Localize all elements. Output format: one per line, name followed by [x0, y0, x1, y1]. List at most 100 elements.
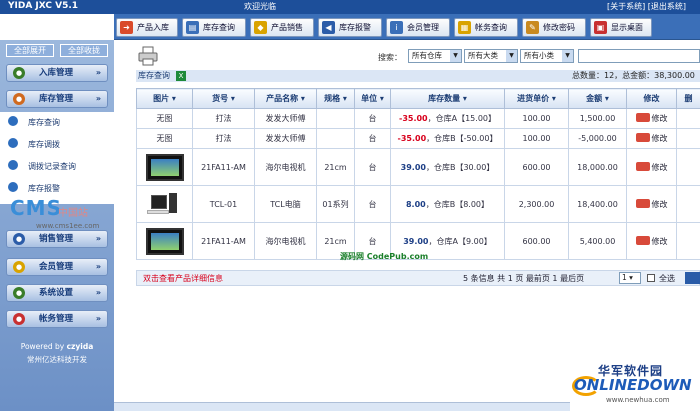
cell-delete[interactable] [676, 185, 700, 223]
cell-price: 100.00 [504, 128, 569, 149]
cell-name: 海尔电视机 [254, 222, 317, 260]
menu-label: 帐务管理 [39, 314, 74, 324]
chevron-double-right-icon: » [95, 262, 101, 271]
nav-button-accounts[interactable]: ▦ 帐务查询 [454, 18, 518, 37]
nav-button-sales[interactable]: ◆ 产品销售 [250, 18, 314, 37]
nav-button-stock-alarm[interactable]: ◀ 库存报警 [318, 18, 382, 37]
cell-sku: 21FA11-AM [192, 222, 255, 260]
cell-edit[interactable]: 修改 [626, 185, 677, 223]
cell-qty: -35.00，仓库A【15.00】 [390, 108, 505, 129]
chevron-double-right-icon: » [95, 234, 101, 243]
batch-action-button[interactable] [685, 272, 700, 284]
cell-price: 600.00 [504, 222, 569, 260]
cell-edit[interactable]: 修改 [626, 148, 677, 186]
cell-edit[interactable]: 修改 [626, 128, 677, 149]
nav-button-show-desktop[interactable]: ▣ 显示桌面 [590, 18, 652, 37]
settings-icon: ● [13, 287, 25, 299]
nav-button-inbound[interactable]: ➜ 产品入库 [116, 18, 178, 37]
menu-sales[interactable]: ● 销售管理 » [6, 230, 108, 248]
category-select[interactable]: 所有大类 ▼ [464, 49, 518, 63]
menu-inbound[interactable]: ● 入库管理 » [6, 64, 108, 82]
menu-label: 系统设置 [39, 288, 74, 298]
chevron-double-right-icon: » [95, 288, 101, 297]
cell-name: 发发大师傅 [254, 108, 317, 129]
page-select[interactable]: 1 ▾ [619, 272, 641, 284]
cell-delete[interactable] [676, 148, 700, 186]
table-row[interactable]: 无图 打法 发发大师傅 台 -35.00，仓库A【15.00】 100.00 1,500.0… [136, 108, 700, 129]
main-toolbar: ➜ 产品入库 ▤ 库存查询 ◆ 产品销售 ◀ 库存报警 i 会员管理 ▦ 帐务查… [114, 14, 700, 40]
stock-table: 图片 ▾ 货号 ▾ 产品名称 ▾ 规格 ▾ 单位 ▾ 库存数量 ▾ 进货单价 ▾… [136, 88, 700, 260]
col-header[interactable]: 货号 ▾ [192, 88, 255, 109]
inventory-icon: ● [13, 93, 25, 105]
edit-icon [635, 235, 650, 245]
printer-icon[interactable] [138, 46, 158, 66]
menu-inventory[interactable]: ● 库存管理 » [6, 90, 108, 108]
select-all-checkbox[interactable] [647, 274, 655, 282]
onlinedown-logo: 华军软件园 ONLINEDOWN www.newhua.com [570, 362, 700, 411]
pagination-info[interactable]: 5 条信息 共 1 页 最前页 1 最后页 [463, 273, 584, 284]
col-header[interactable]: 产品名称 ▾ [254, 88, 317, 109]
submenu-stock-query[interactable]: 库存查询 [8, 116, 60, 130]
cell-name: TCL电脑 [254, 185, 317, 223]
col-header[interactable]: 单位 ▾ [354, 88, 391, 109]
status-strip [114, 402, 570, 411]
nav-button-stock-query[interactable]: ▤ 库存查询 [182, 18, 246, 37]
cell-delete[interactable] [676, 222, 700, 260]
submenu-stock-alarm[interactable]: 库存报警 [8, 182, 60, 196]
menu-accounts[interactable]: ● 帐务管理 » [6, 310, 108, 328]
chevron-double-right-icon: » [95, 314, 101, 323]
tv-product-image [145, 227, 184, 255]
cell-delete[interactable] [676, 108, 700, 129]
expand-all-button[interactable]: 全部展开 [6, 44, 54, 57]
cell-price: 600.00 [504, 148, 569, 186]
double-click-hint: 双击查看产品详细信息 [143, 274, 223, 283]
menu-members[interactable]: ● 会员管理 » [6, 258, 108, 276]
cell-unit: 台 [354, 148, 391, 186]
submenu-stock-transfer[interactable]: 库存调拨 [8, 138, 60, 152]
table-row[interactable]: 无图 打法 发发大师傅 台 -35.00，仓库B【-50.00】 100.00 -5,000… [136, 128, 700, 149]
cell-spec: 21cm [316, 148, 355, 186]
subcategory-select[interactable]: 所有小类 ▼ [520, 49, 574, 63]
menu-label: 会员管理 [39, 262, 74, 272]
table-row[interactable]: TCL-01 TCL电脑 01系列台 8.00，仓库B【8.00】 2,300.00 18… [136, 185, 700, 223]
menu-label: 入库管理 [39, 68, 74, 78]
cell-sku: TCL-01 [192, 185, 255, 223]
nav-label: 产品销售 [271, 23, 303, 32]
about-logout-links[interactable]: [关于系统] [退出系统] [607, 1, 686, 12]
nav-label: 显示桌面 [611, 23, 643, 32]
chevron-double-right-icon: » [95, 68, 101, 77]
menu-settings[interactable]: ● 系统设置 » [6, 284, 108, 302]
submenu-transfer-records[interactable]: 调拨记录查询 [8, 160, 76, 174]
member-icon: i [390, 21, 403, 34]
col-header[interactable]: 图片 ▾ [136, 88, 193, 109]
cell-edit[interactable]: 修改 [626, 222, 677, 260]
nav-button-members[interactable]: i 会员管理 [386, 18, 450, 37]
col-header[interactable]: 规格 ▾ [316, 88, 355, 109]
cell-spec [316, 128, 355, 149]
search-input[interactable] [578, 49, 700, 63]
ledger-icon: ▦ [458, 21, 471, 34]
bullet-icon [8, 138, 18, 148]
col-header[interactable]: 金额 ▾ [568, 88, 627, 109]
collapse-all-button[interactable]: 全部收拢 [60, 44, 108, 57]
bullet-icon [8, 182, 18, 192]
cell-sku: 21FA11-AM [192, 148, 255, 186]
search-label: 搜索： [378, 53, 402, 62]
cell-spec: 01系列 [316, 185, 355, 223]
excel-export-icon[interactable]: X [176, 71, 186, 81]
cell-edit[interactable]: 修改 [626, 108, 677, 129]
col-header[interactable]: 库存数量 ▾ [390, 88, 505, 109]
brand-url: www.newhua.com [606, 396, 670, 404]
cell-sku: 打法 [192, 128, 255, 149]
nav-label: 会员管理 [407, 23, 439, 32]
col-header[interactable]: 进货单价 ▾ [504, 88, 569, 109]
powered-by: Powered by czyida [20, 342, 94, 351]
nav-button-change-password[interactable]: ✎ 修改密码 [522, 18, 586, 37]
cell-price: 100.00 [504, 108, 569, 129]
warehouse-select[interactable]: 所有仓库 ▼ [408, 49, 462, 63]
table-row[interactable]: 21FA11-AM 海尔电视机 21cm 台 39.00，仓库B【30.00】 600.0… [136, 148, 700, 186]
cell-delete[interactable] [676, 128, 700, 149]
inventory-submenu: 库存查询 库存调拨 调拨记录查询 库存报警 [0, 112, 114, 204]
menu-label: 库存管理 [39, 94, 74, 104]
cell-unit: 台 [354, 108, 391, 129]
